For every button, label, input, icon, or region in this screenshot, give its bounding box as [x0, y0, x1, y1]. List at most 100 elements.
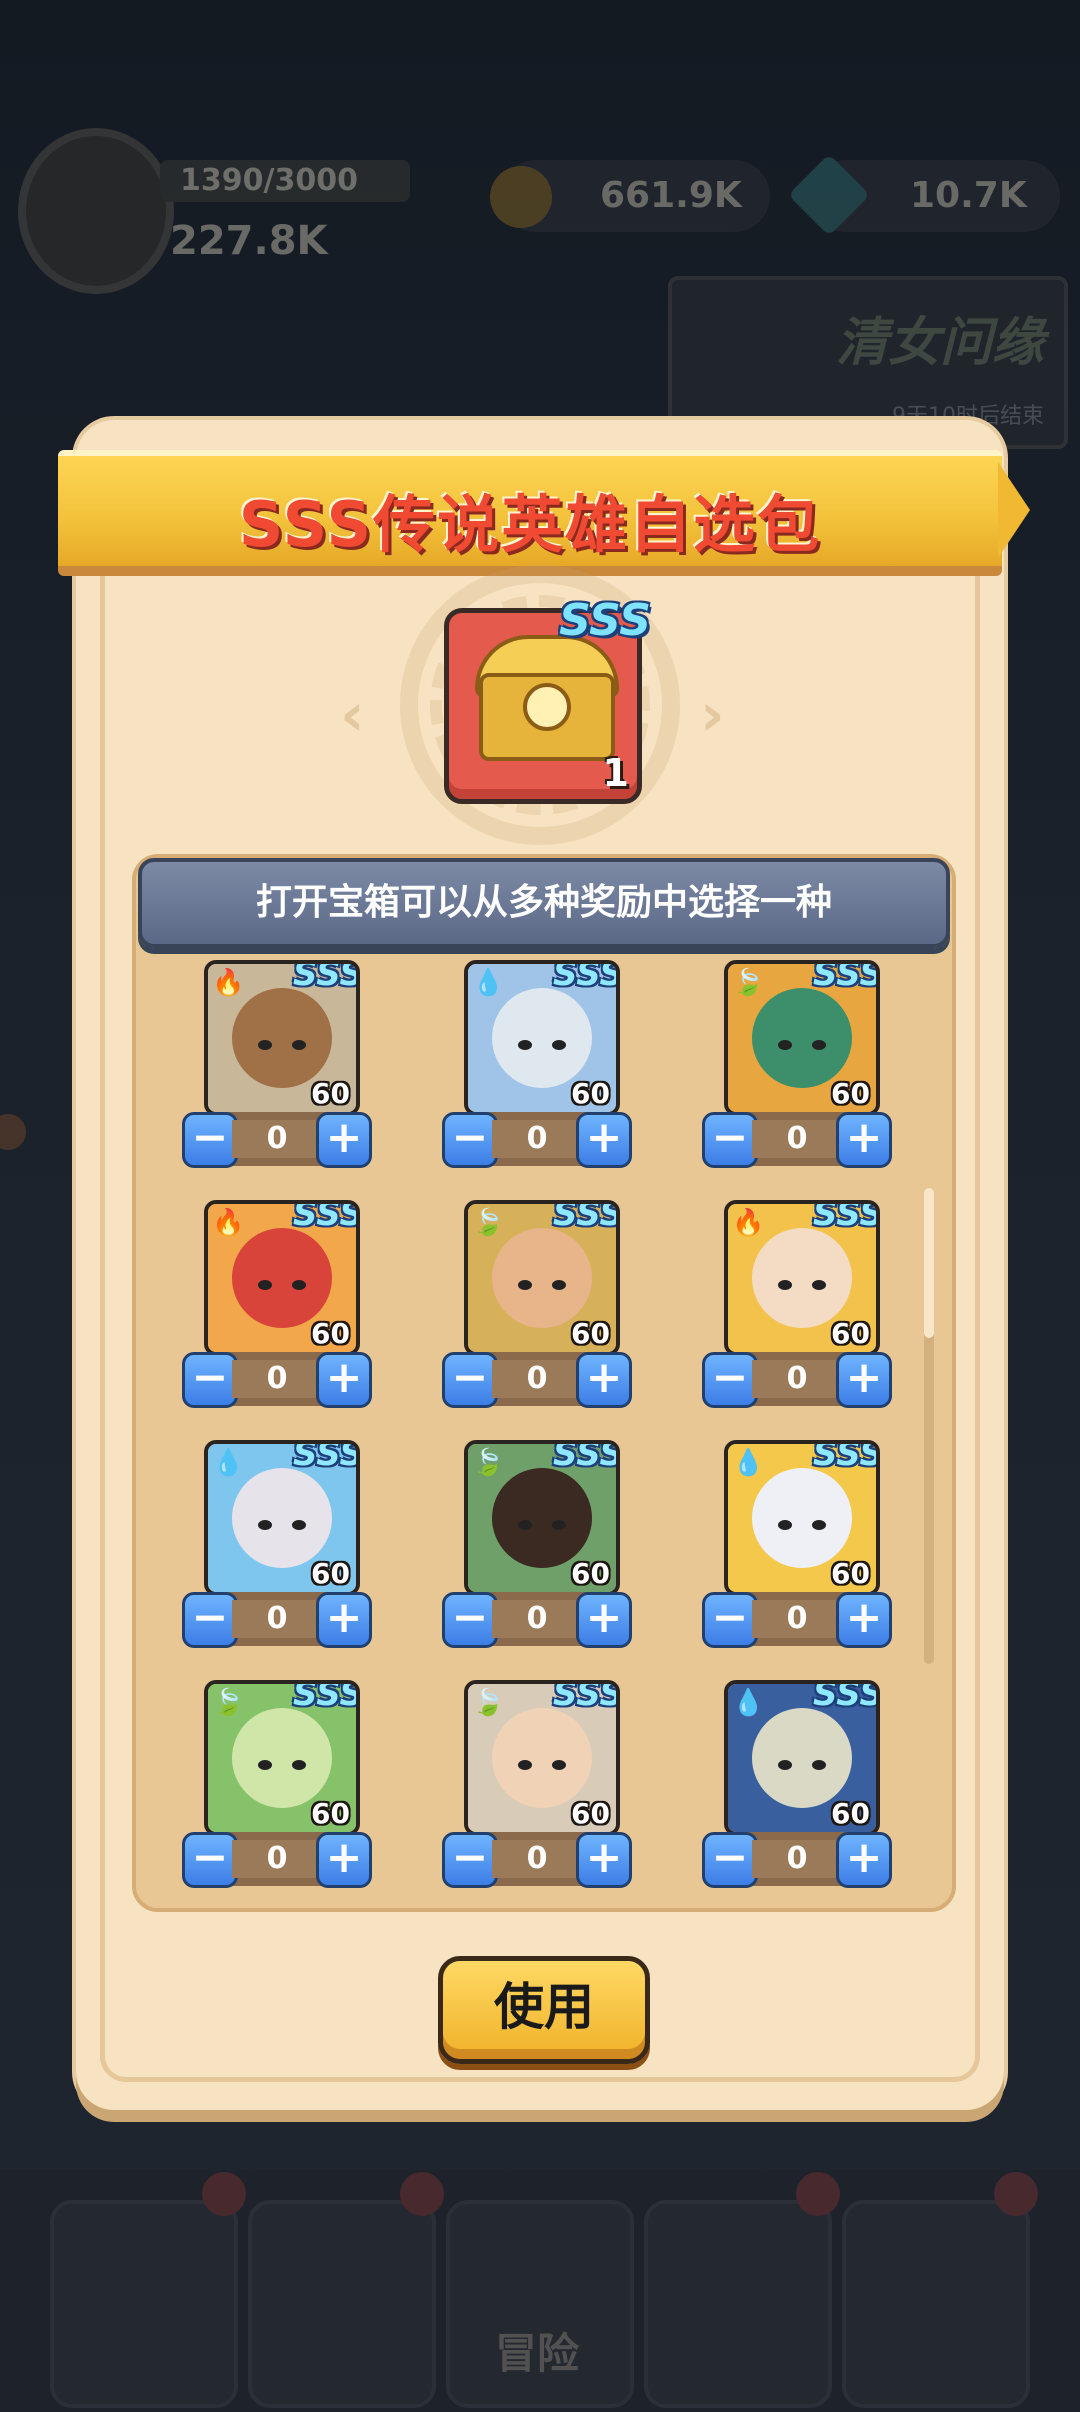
quantity-stepper: − 0 +	[702, 1592, 892, 1648]
decrease-button[interactable]: −	[182, 1112, 238, 1168]
hero-portrait[interactable]: 💧 SSS 60	[724, 1440, 880, 1596]
hero-level: 60	[571, 1317, 610, 1350]
quantity-value: 0	[752, 1600, 842, 1638]
quantity-value: 0	[232, 1600, 322, 1638]
increase-button[interactable]: +	[836, 1352, 892, 1408]
decrease-button[interactable]: −	[182, 1832, 238, 1888]
quantity-stepper: − 0 +	[442, 1112, 632, 1168]
hero-eye	[518, 1520, 532, 1530]
hero-eye	[778, 1280, 792, 1290]
hero-grade-badge: SSS	[292, 1680, 360, 1714]
quantity-value: 0	[752, 1840, 842, 1878]
hero-eye	[778, 1520, 792, 1530]
hero-card[interactable]: 💧 SSS 60 − 0 +	[702, 1680, 892, 1890]
nav-alert-dot	[400, 2172, 444, 2216]
hero-card[interactable]: 🍃 SSS 60 − 0 +	[182, 1680, 372, 1890]
increase-button[interactable]: +	[316, 1112, 372, 1168]
increase-button[interactable]: +	[576, 1112, 632, 1168]
increase-button[interactable]: +	[316, 1352, 372, 1408]
hero-portrait[interactable]: 🔥 SSS 60	[204, 960, 360, 1116]
hero-portrait[interactable]: 💧 SSS 60	[724, 1680, 880, 1836]
decrease-button[interactable]: −	[442, 1112, 498, 1168]
decrease-button[interactable]: −	[442, 1592, 498, 1648]
gem-icon	[787, 153, 871, 237]
increase-button[interactable]: +	[836, 1592, 892, 1648]
hero-grade-badge: SSS	[292, 960, 360, 994]
increase-button[interactable]: +	[836, 1112, 892, 1168]
increase-button[interactable]: +	[836, 1832, 892, 1888]
decrease-button[interactable]: −	[442, 1832, 498, 1888]
decrease-button[interactable]: −	[442, 1352, 498, 1408]
hero-face	[752, 1228, 852, 1328]
hero-face	[752, 1708, 852, 1808]
hero-face	[752, 988, 852, 1088]
hero-card[interactable]: 🍃 SSS 60 − 0 +	[442, 1680, 632, 1890]
increase-button[interactable]: +	[576, 1832, 632, 1888]
hero-eye	[258, 1040, 272, 1050]
element-water-icon: 💧	[732, 1688, 765, 1718]
hero-eye	[292, 1280, 306, 1290]
hero-card[interactable]: 🔥 SSS 60 − 0 +	[182, 1200, 372, 1410]
hero-portrait[interactable]: 🍃 SSS 60	[724, 960, 880, 1116]
hero-grade-badge: SSS	[812, 1440, 880, 1474]
increase-button[interactable]: +	[316, 1592, 372, 1648]
quantity-stepper: − 0 +	[442, 1352, 632, 1408]
hero-face	[492, 1468, 592, 1568]
hero-portrait[interactable]: 💧 SSS 60	[464, 960, 620, 1116]
hero-card[interactable]: 💧 SSS 60 − 0 +	[442, 960, 632, 1170]
hero-portrait[interactable]: 🔥 SSS 60	[204, 1200, 360, 1356]
decrease-button[interactable]: −	[702, 1112, 758, 1168]
element-water-icon: 💧	[732, 1448, 765, 1478]
increase-button[interactable]: +	[576, 1352, 632, 1408]
hero-card[interactable]: 💧 SSS 60 − 0 +	[702, 1440, 892, 1650]
hero-card[interactable]: 🔥 SSS 60 − 0 +	[182, 960, 372, 1170]
hero-card[interactable]: 🍃 SSS 60 − 0 +	[702, 960, 892, 1170]
hero-level: 60	[311, 1797, 350, 1830]
player-avatar	[18, 128, 174, 294]
increase-button[interactable]: +	[576, 1592, 632, 1648]
hero-grade-badge: SSS	[552, 960, 620, 994]
element-fire-icon: 🔥	[212, 968, 245, 998]
hero-grade-badge: SSS	[292, 1200, 360, 1234]
level-progress: 1390/3000	[160, 160, 410, 202]
hero-portrait[interactable]: 🔥 SSS 60	[724, 1200, 880, 1356]
decrease-button[interactable]: −	[702, 1832, 758, 1888]
hero-eye	[552, 1760, 566, 1770]
hero-card[interactable]: 💧 SSS 60 − 0 +	[182, 1440, 372, 1650]
decrease-button[interactable]: −	[182, 1352, 238, 1408]
hero-level: 60	[571, 1557, 610, 1590]
hero-card[interactable]: 🔥 SSS 60 − 0 +	[702, 1200, 892, 1410]
nav-label-adventure: 冒险	[495, 2329, 580, 2378]
hero-portrait[interactable]: 🍃 SSS 60	[464, 1680, 620, 1836]
quantity-value: 0	[492, 1600, 582, 1638]
hero-portrait[interactable]: 💧 SSS 60	[204, 1440, 360, 1596]
hero-level: 60	[831, 1077, 870, 1110]
decrease-button[interactable]: −	[702, 1352, 758, 1408]
hero-eye	[258, 1520, 272, 1530]
nav-alert-dot	[994, 2172, 1038, 2216]
decrease-button[interactable]: −	[182, 1592, 238, 1648]
event-title: 清女问缘	[835, 313, 1044, 373]
hero-face	[232, 988, 332, 1088]
quantity-value: 0	[752, 1360, 842, 1398]
decrease-button[interactable]: −	[702, 1592, 758, 1648]
hero-level: 60	[831, 1557, 870, 1590]
hero-portrait[interactable]: 🍃 SSS 60	[464, 1440, 620, 1596]
increase-button[interactable]: +	[316, 1832, 372, 1888]
hero-portrait[interactable]: 🍃 SSS 60	[204, 1680, 360, 1836]
hero-eye	[812, 1760, 826, 1770]
dialog-title: SSS传说英雄自选包	[238, 488, 822, 561]
use-button[interactable]: 使用	[438, 1956, 650, 2064]
hero-list-scroll-thumb[interactable]	[924, 1188, 934, 1338]
hero-card[interactable]: 🍃 SSS 60 − 0 +	[442, 1200, 632, 1410]
element-fire-icon: 🔥	[212, 1208, 245, 1238]
hero-face	[492, 988, 592, 1088]
hero-portrait[interactable]: 🍃 SSS 60	[464, 1200, 620, 1356]
quantity-stepper: − 0 +	[182, 1832, 372, 1888]
quantity-stepper: − 0 +	[702, 1112, 892, 1168]
quantity-stepper: − 0 +	[702, 1832, 892, 1888]
hero-card[interactable]: 🍃 SSS 60 − 0 +	[442, 1440, 632, 1650]
element-water-icon: 💧	[472, 968, 505, 998]
gem-value: 10.7K	[910, 175, 1027, 216]
chest-count: 1	[602, 751, 629, 795]
